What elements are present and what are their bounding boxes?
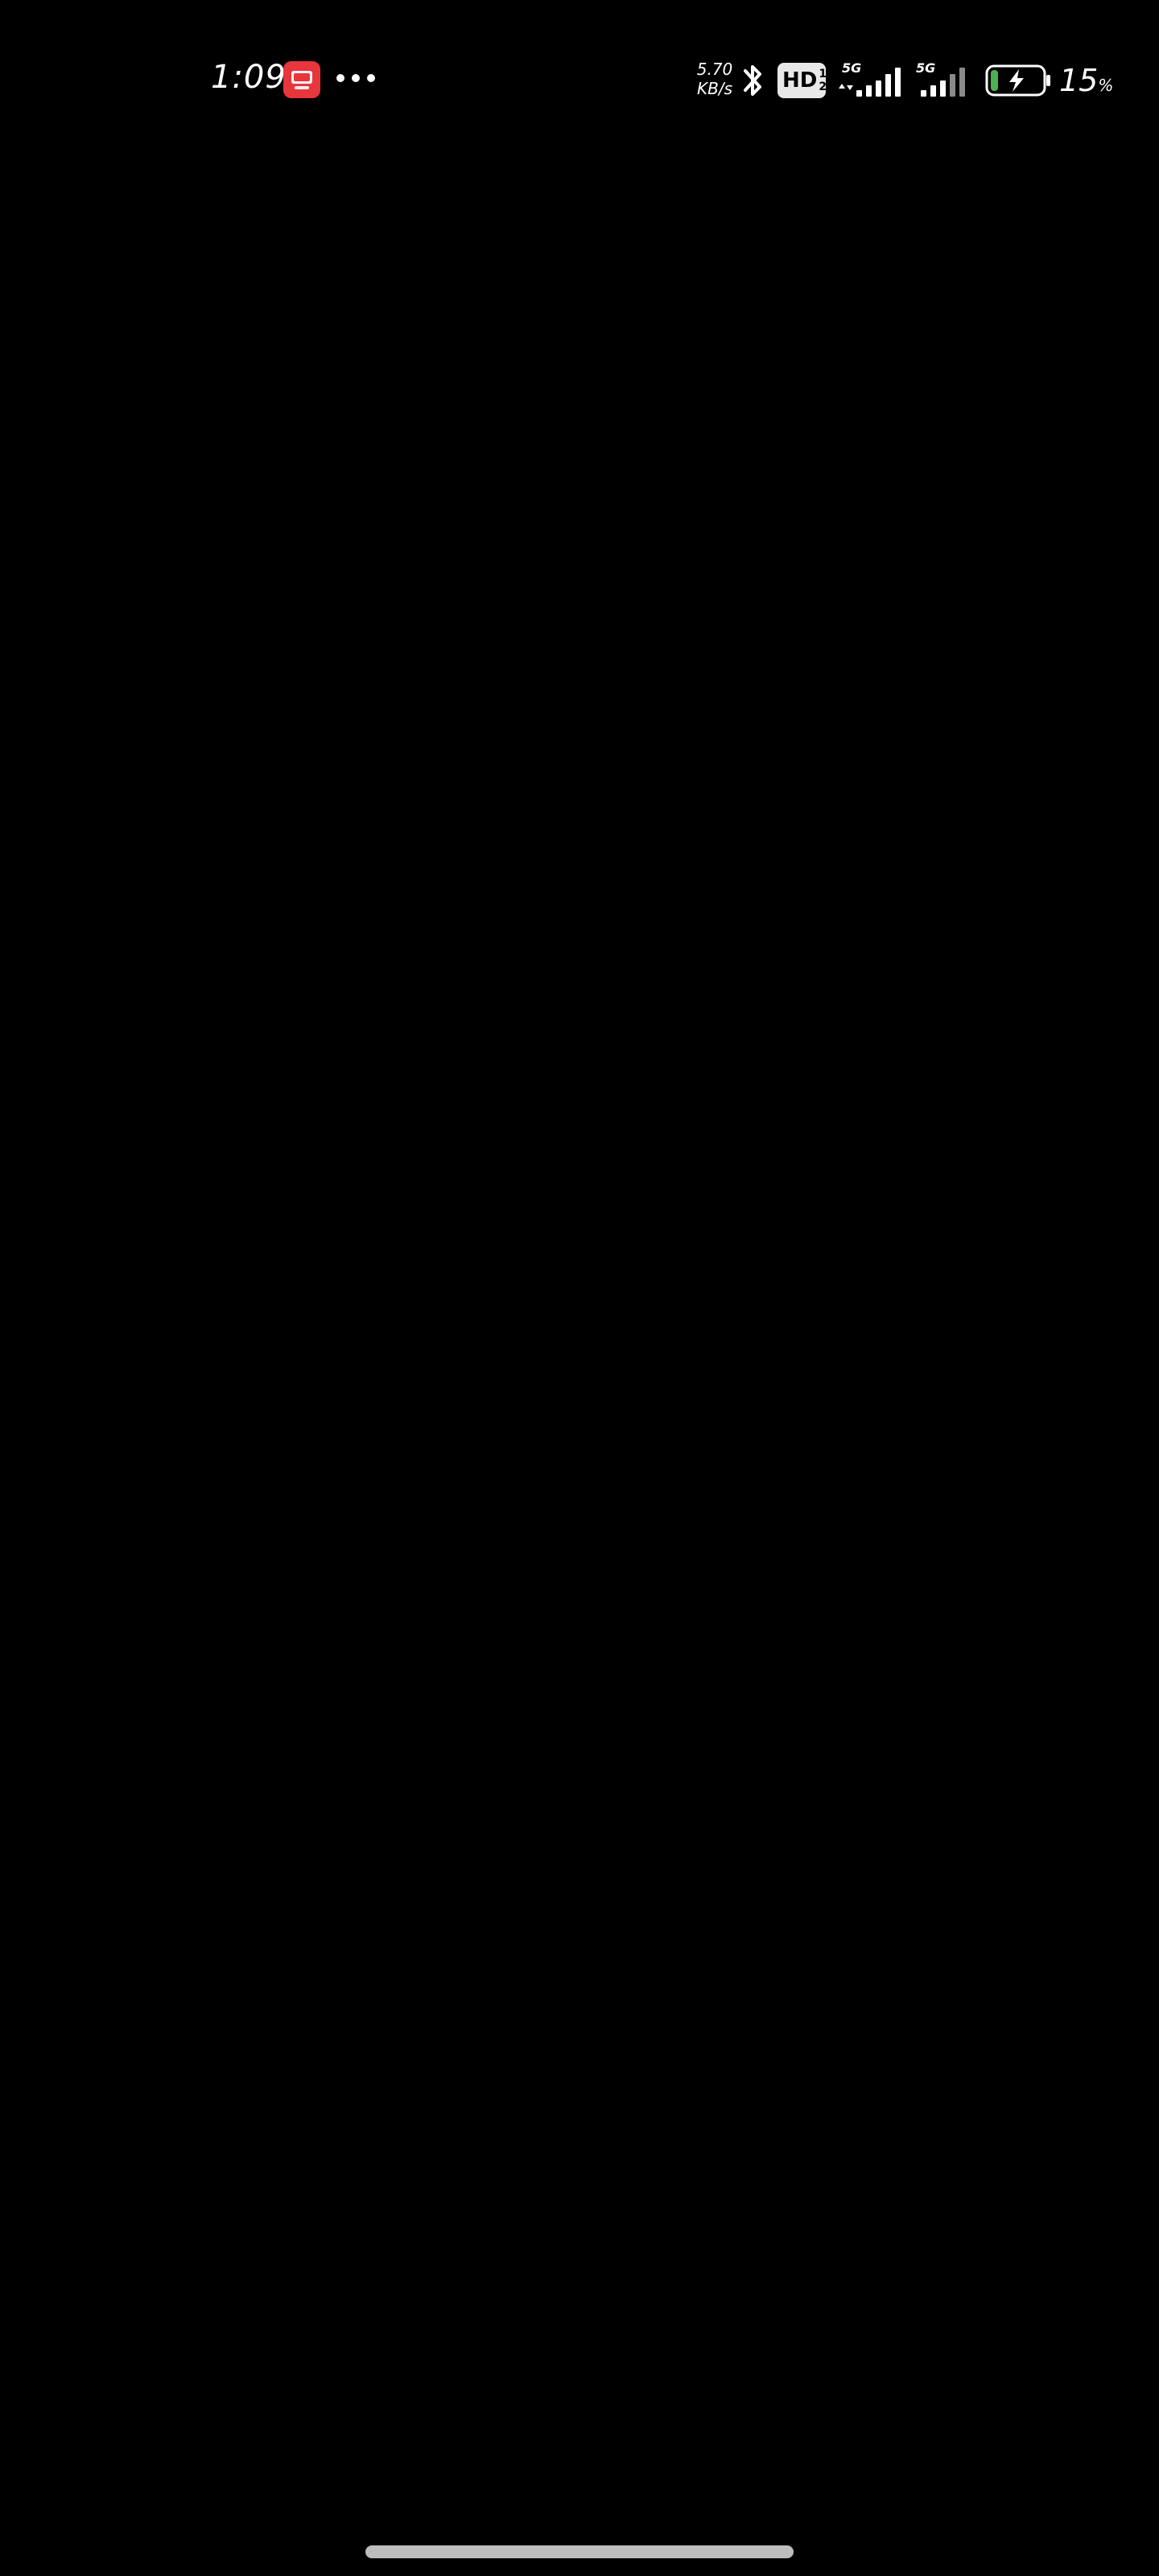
network-speed-unit: KB/s — [697, 79, 732, 98]
hd-voice-badge: HD 1 2 — [777, 63, 827, 98]
more-notifications-icon — [336, 72, 375, 84]
network-speed-value: 5.70 — [696, 60, 733, 79]
app-logo-icon — [291, 71, 312, 89]
battery-percent-value: 15 — [1059, 63, 1099, 98]
status-time: 1:09 — [211, 59, 287, 96]
battery-charging-icon — [985, 64, 1050, 97]
screen: 1:09 5.70 KB/s HD 1 2 5G 5G 15% — [0, 0, 1159, 2576]
notification-app-icon — [283, 61, 320, 98]
battery-level-fill — [991, 70, 998, 91]
network-speed: 5.70 KB/s — [692, 60, 737, 98]
sim2-network-type: 5G — [916, 60, 936, 76]
bluetooth-icon — [744, 65, 761, 96]
sim1-signal: 5G — [835, 61, 905, 100]
sim2-signal: 5G — [909, 61, 974, 100]
hd-label: HD — [782, 68, 818, 93]
status-bar: 1:09 5.70 KB/s HD 1 2 5G 5G 15% — [0, 0, 1159, 161]
hd-sup-bottom: 2 — [819, 80, 827, 93]
sim1-network-type: 5G — [842, 60, 862, 76]
battery-percent-sign: % — [1098, 76, 1114, 95]
home-indicator-bar[interactable] — [365, 2545, 794, 2558]
battery-percentage: 15% — [1059, 61, 1113, 105]
hd-sup-top: 1 — [819, 68, 827, 80]
